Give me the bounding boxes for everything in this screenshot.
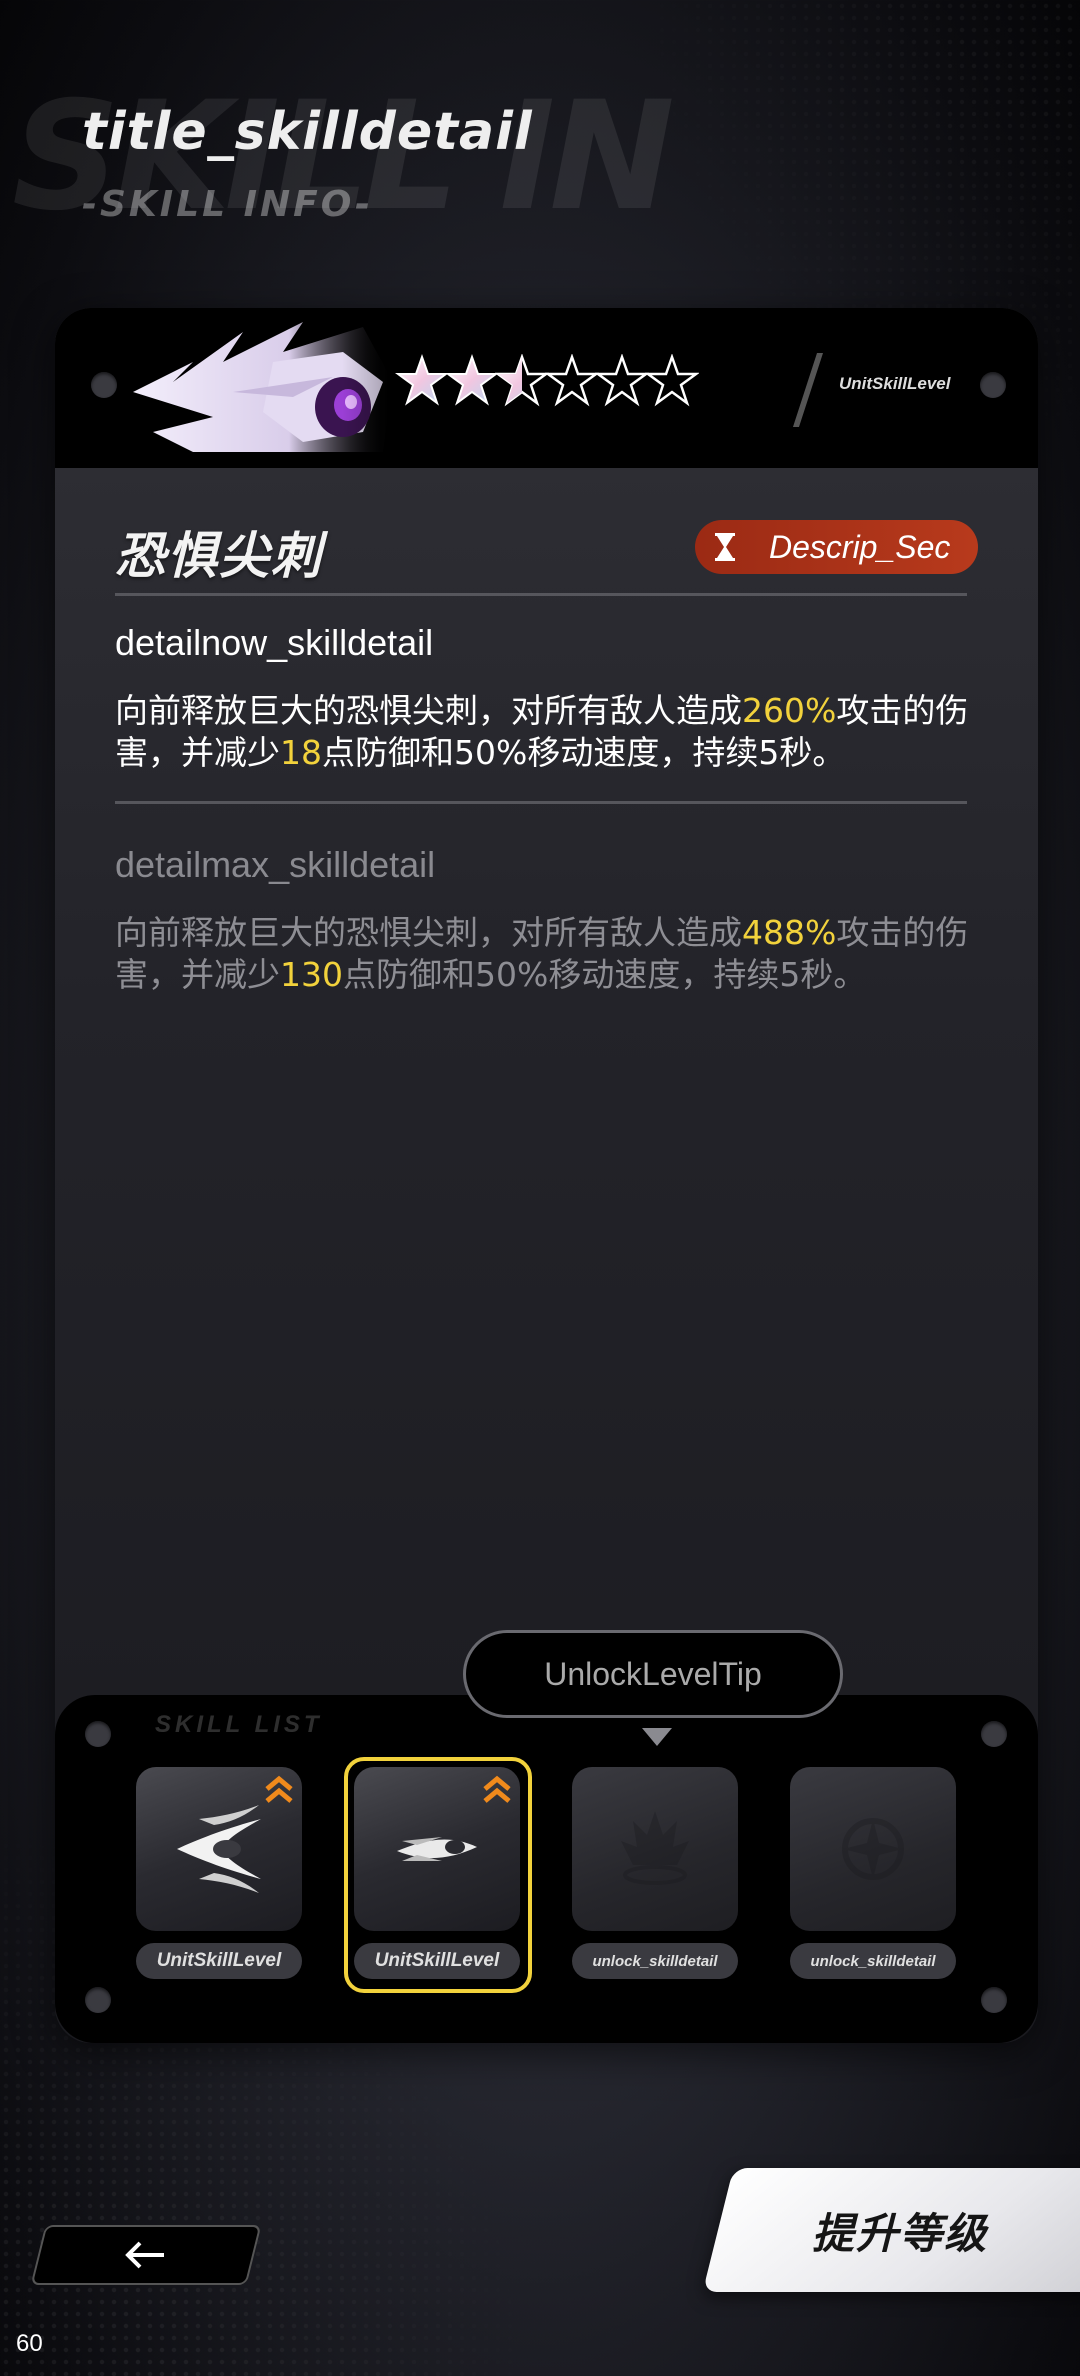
- skill-slot-3[interactable]: unlock_skilldetail: [572, 1767, 738, 1981]
- skill-slot-label: unlock_skilldetail: [790, 1943, 956, 1979]
- cooldown-label: Descrip_Sec: [769, 528, 951, 565]
- skill-slot-4[interactable]: unlock_skilldetail: [790, 1767, 956, 1981]
- level-divider: [792, 353, 824, 427]
- skill-slot-label: UnitSkillLevel: [354, 1943, 520, 1979]
- page-title: title_skilldetail: [82, 102, 533, 162]
- skill-slot-label: unlock_skilldetail: [572, 1943, 738, 1979]
- divider: [115, 593, 967, 596]
- skill-slot-icon-box: [790, 1767, 956, 1931]
- bolt-icon: [85, 1721, 111, 1747]
- bolt-icon: [981, 1987, 1007, 2013]
- max-level-title: detailmax_skilldetail: [115, 844, 436, 885]
- star-half-icon: [495, 354, 549, 407]
- hourglass-icon: [695, 520, 755, 574]
- tip-pointer: [642, 1728, 672, 1746]
- upgrade-available-icon: [483, 1775, 511, 1803]
- back-button[interactable]: [30, 2225, 262, 2285]
- bolt-icon: [980, 372, 1006, 398]
- upgrade-available-icon: [265, 1775, 293, 1803]
- spike-burst-icon: [397, 1837, 477, 1861]
- star-filled-icon: [395, 354, 449, 406]
- current-level-title: detailnow_skilldetail: [115, 622, 434, 663]
- unlock-level-tip: UnlockLevelTip: [463, 1630, 843, 1718]
- page-subtitle: -SKILL INFO-: [82, 184, 373, 225]
- skill-list: SKILL LIST UnitSkillLevel UnitSkillLevel…: [55, 1695, 1038, 2043]
- divider: [115, 801, 967, 804]
- skill-slot-1[interactable]: UnitSkillLevel: [136, 1767, 302, 1981]
- max-level-description: 向前释放巨大的恐惧尖刺，对所有敌人造成488%攻击的伤害，并减少130点防御和5…: [115, 913, 969, 994]
- unit-skill-level: UnitSkillLevel: [839, 374, 951, 393]
- star-empty-icon: [545, 354, 599, 407]
- skill-name: 恐惧尖刺: [115, 528, 323, 584]
- panel-header-strip: UnitSkillLevel: [55, 308, 1038, 468]
- bolt-icon: [91, 372, 117, 398]
- fps-counter: 60: [16, 2330, 43, 2357]
- skill-slot-label: UnitSkillLevel: [136, 1943, 302, 1979]
- compass-star-icon: [842, 1818, 904, 1880]
- skill-slot-icon-box: [572, 1767, 738, 1931]
- star-empty-icon: [595, 354, 649, 407]
- flame-crown-icon: [621, 1811, 689, 1885]
- cooldown-badge: Descrip_Sec: [695, 520, 978, 574]
- skill-slot-2[interactable]: UnitSkillLevel: [344, 1757, 532, 1993]
- star-empty-icon: [645, 354, 699, 407]
- triple-blade-icon: [177, 1805, 261, 1893]
- bolt-icon: [85, 1987, 111, 2013]
- current-level-description: 向前释放巨大的恐惧尖刺，对所有敌人造成260%攻击的伤害，并减少18点防御和50…: [115, 691, 969, 772]
- upgrade-level-label[interactable]: 提升等级: [812, 2200, 988, 2261]
- bolt-icon: [981, 1721, 1007, 1747]
- star-rating: [395, 354, 699, 408]
- arrow-left-icon: [125, 2241, 164, 2269]
- skill-list-label: SKILL LIST: [155, 1711, 323, 1738]
- star-filled-icon: [445, 354, 499, 406]
